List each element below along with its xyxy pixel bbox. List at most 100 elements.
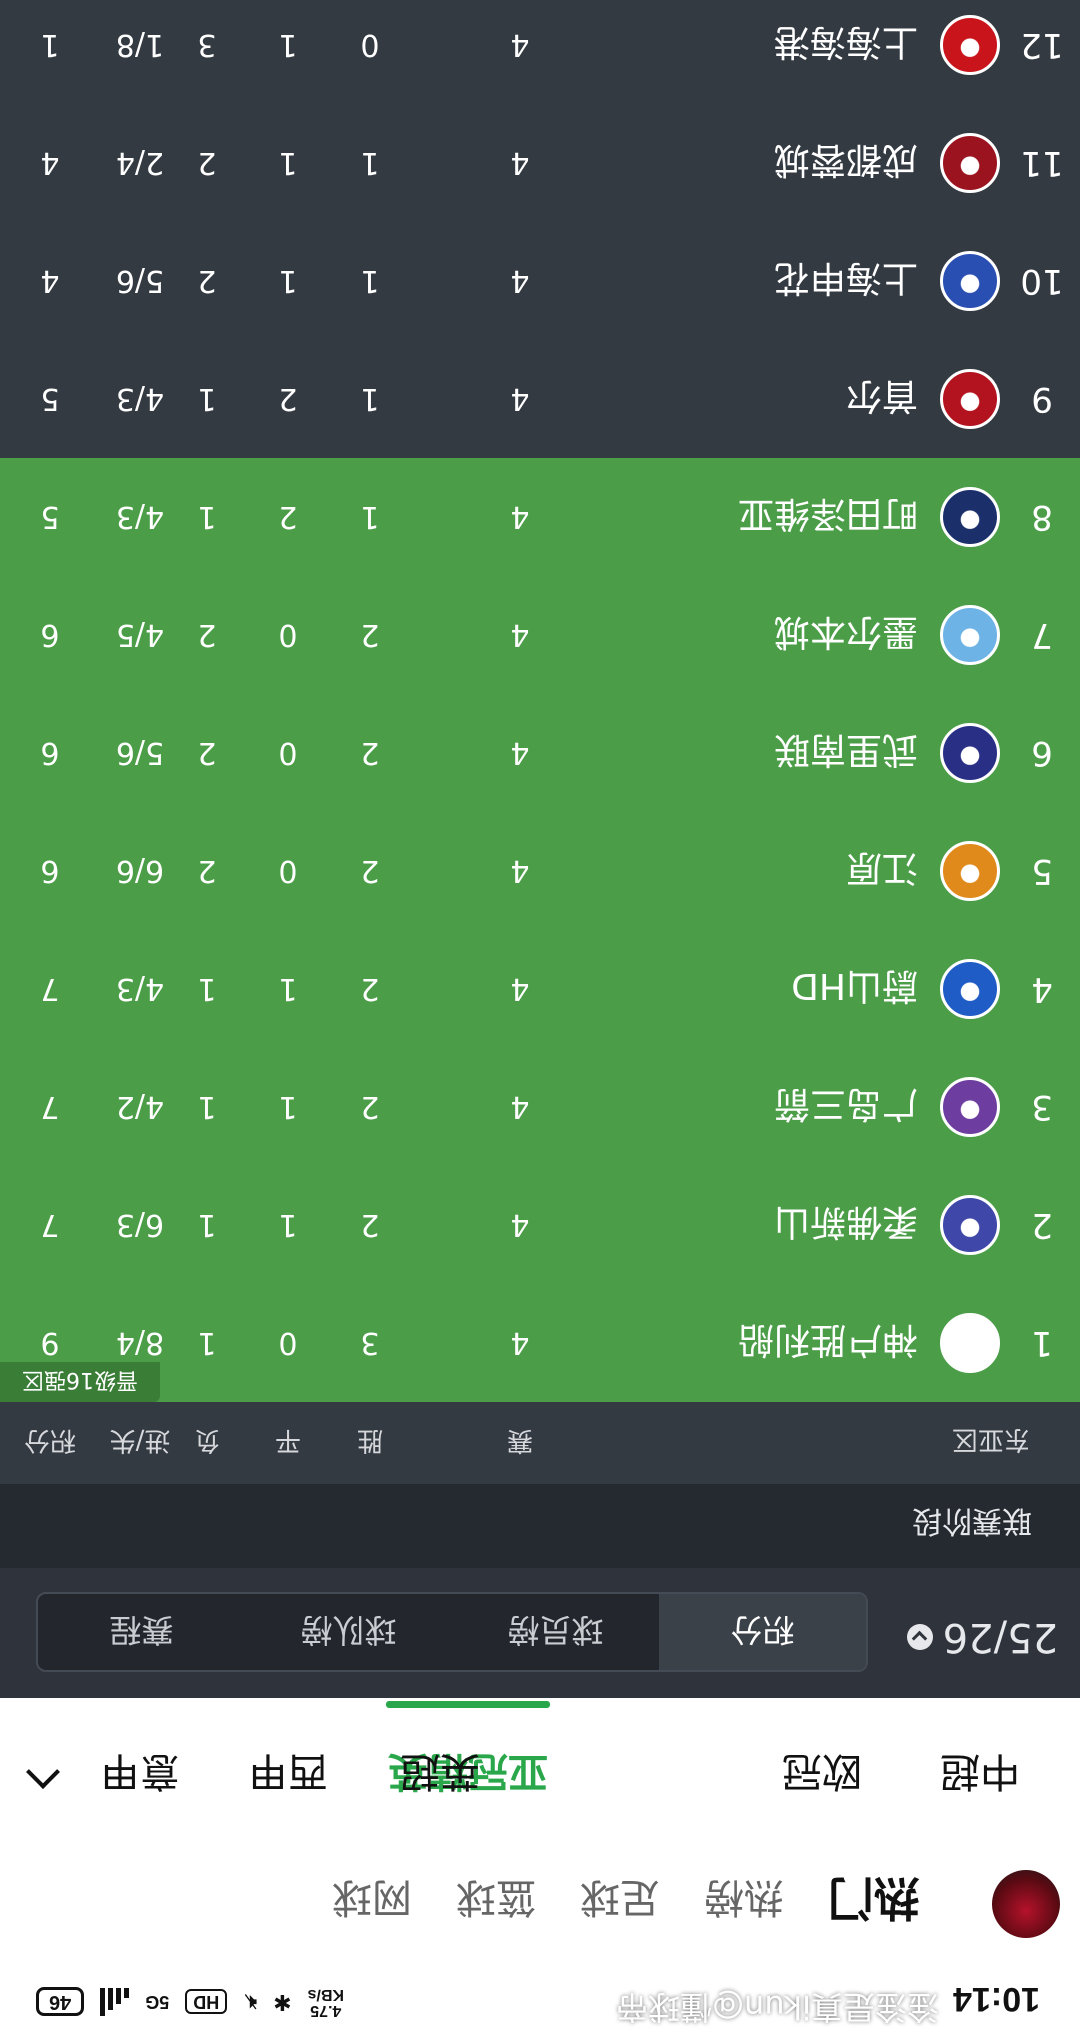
team-logo-icon	[940, 1195, 1000, 1255]
cell-played: 4	[510, 971, 530, 1007]
avatar[interactable]	[992, 1870, 1060, 1938]
team-rank: 7	[1031, 615, 1053, 655]
segment-standings[interactable]: 积分	[659, 1594, 866, 1670]
table-row[interactable]: 3 广岛三箭 4 2 1 1 4/2 7	[0, 1048, 1080, 1166]
team-name[interactable]: 成都蓉城	[774, 104, 918, 222]
team-name[interactable]: 上海海港	[774, 0, 918, 104]
team-name[interactable]: 柔佛新山	[774, 1166, 918, 1284]
team-rank: 10	[1020, 261, 1064, 301]
team-name[interactable]: 上海申花	[774, 222, 918, 340]
cell-played: 4	[510, 735, 530, 771]
team-name[interactable]: 武里南联	[774, 694, 918, 812]
signal-icon	[100, 1988, 130, 2016]
net-speed: 4.75 KB/s	[307, 1986, 345, 2019]
active-league-underline	[386, 1701, 550, 1708]
watermark: 淦淦是真ikun@懂球帝	[616, 1988, 940, 2026]
cell-win: 1	[360, 499, 380, 535]
team-logo-icon	[940, 959, 1000, 1019]
cell-draw: 0	[278, 735, 298, 771]
cell-points: 6	[40, 617, 60, 653]
cell-played: 4	[510, 617, 530, 653]
team-name[interactable]: 广岛三箭	[774, 1048, 918, 1166]
cell-draw: 0	[278, 1325, 298, 1361]
team-rank: 12	[1020, 25, 1064, 65]
chevron-up-icon[interactable]	[26, 1755, 60, 1789]
table-row[interactable]: 8 町田泽维亚 4 1 2 1 4/3 5	[0, 458, 1080, 576]
team-logo-icon	[940, 1077, 1000, 1137]
team-logo-icon	[940, 251, 1000, 311]
team-rank: 2	[1031, 1205, 1053, 1245]
league-tab-epl[interactable]: 英超	[400, 1746, 480, 1804]
tab-hot-list[interactable]: 热榜	[704, 1872, 784, 1930]
cell-played: 4	[510, 499, 530, 535]
team-name[interactable]: 神户胜利船	[738, 1284, 918, 1402]
segment-player-rank[interactable]: 球员榜	[452, 1594, 659, 1670]
season-bar: 25/26 积分 球员榜 球队榜 赛程	[0, 1568, 1080, 1698]
tab-football[interactable]: 足球	[580, 1872, 660, 1930]
cell-draw: 1	[278, 145, 298, 181]
tab-hot[interactable]: 热门	[828, 1868, 920, 1934]
cell-draw: 1	[278, 27, 298, 63]
group-name: 东亚区	[951, 1424, 1030, 1454]
team-name[interactable]: 江原	[846, 812, 918, 930]
rotated-screen: 10:14 4.75 KB/s ✱ 🔇︎ HD 5G 46 热门 热榜 足球 篮…	[0, 0, 1080, 2038]
cell-points: 4	[40, 145, 60, 181]
cell-points: 7	[40, 971, 60, 1007]
team-name[interactable]: 墨尔本城	[774, 576, 918, 694]
league-tab-serie-a[interactable]: 意甲	[100, 1746, 180, 1804]
table-row[interactable]: 10 上海申花 4 1 1 2 5/6 4	[0, 222, 1080, 340]
segment-schedule[interactable]: 赛程	[38, 1594, 245, 1670]
team-logo-icon	[940, 1313, 1000, 1373]
cell-win: 2	[360, 971, 380, 1007]
table-row[interactable]: 9 首尔 4 1 2 1 4/3 5	[0, 340, 1080, 458]
league-tab-ucl[interactable]: 欧冠	[782, 1746, 862, 1804]
net-speed-value: 4.75	[310, 2002, 342, 2019]
team-name[interactable]: 首尔	[846, 340, 918, 458]
tab-basketball[interactable]: 篮球	[456, 1872, 536, 1930]
team-rank: 9	[1031, 379, 1053, 419]
table-row[interactable]: 5 江原 4 2 0 2 6/6 6	[0, 812, 1080, 930]
league-tab-laliga[interactable]: 西甲	[248, 1746, 328, 1804]
table-row[interactable]: 6 武里南联 4 2 0 2 5/6 6	[0, 694, 1080, 812]
team-logo-icon	[940, 487, 1000, 547]
avatar-image	[1002, 1884, 1050, 1924]
hd-icon: HD	[185, 1989, 228, 2015]
league-tab-csl[interactable]: 中超	[940, 1746, 1020, 1804]
cell-win: 2	[360, 735, 380, 771]
bluetooth-icon: ✱	[273, 1990, 292, 2015]
network-type-label: 5G	[145, 1992, 170, 2013]
cell-draw: 2	[278, 499, 298, 535]
team-name[interactable]: 蔚山HD	[791, 930, 918, 1048]
cell-win: 3	[360, 1325, 380, 1361]
col-played: 赛	[507, 1425, 534, 1456]
cell-win: 2	[360, 617, 380, 653]
col-draw: 平	[275, 1425, 302, 1456]
col-points: 积分	[24, 1425, 77, 1456]
team-logo-icon	[940, 15, 1000, 75]
cell-win: 0	[360, 27, 380, 63]
cell-played: 4	[510, 27, 530, 63]
segment-control: 积分 球员榜 球队榜 赛程	[36, 1592, 868, 1672]
team-logo-icon	[940, 133, 1000, 193]
team-rank: 11	[1020, 143, 1064, 183]
cell-win: 2	[360, 1089, 380, 1125]
table-row[interactable]: 4 蔚山HD 4 2 1 1 4/3 7	[0, 930, 1080, 1048]
table-row[interactable]: 2 柔佛新山 4 2 1 1 6/3 7	[0, 1166, 1080, 1284]
cell-win: 1	[360, 381, 380, 417]
team-logo-icon	[940, 369, 1000, 429]
cell-played: 4	[510, 381, 530, 417]
table-row[interactable]: 晋级16强区 1 神户胜利船 4 3 0 1 8/4 9	[0, 1284, 1080, 1402]
cell-points: 5	[40, 381, 60, 417]
tab-tennis[interactable]: 网球	[332, 1872, 412, 1930]
table-header: 东亚区 赛 胜 平 负 进/失 积分	[0, 1402, 1080, 1484]
table-row[interactable]: 12 上海海港 4 0 1 3 1/8 1	[0, 0, 1080, 104]
net-speed-unit: KB/s	[307, 1986, 345, 2003]
table-row[interactable]: 7 墨尔本城 4 2 0 2 4/5 6	[0, 576, 1080, 694]
team-name[interactable]: 町田泽维亚	[738, 458, 918, 576]
cell-draw: 1	[278, 1207, 298, 1243]
cell-points: 6	[40, 853, 60, 889]
table-row[interactable]: 11 成都蓉城 4 1 1 2 2/4 4	[0, 104, 1080, 222]
season-selector[interactable]: 25/26	[906, 1614, 1058, 1660]
cell-draw: 1	[278, 971, 298, 1007]
segment-team-rank[interactable]: 球队榜	[245, 1594, 452, 1670]
